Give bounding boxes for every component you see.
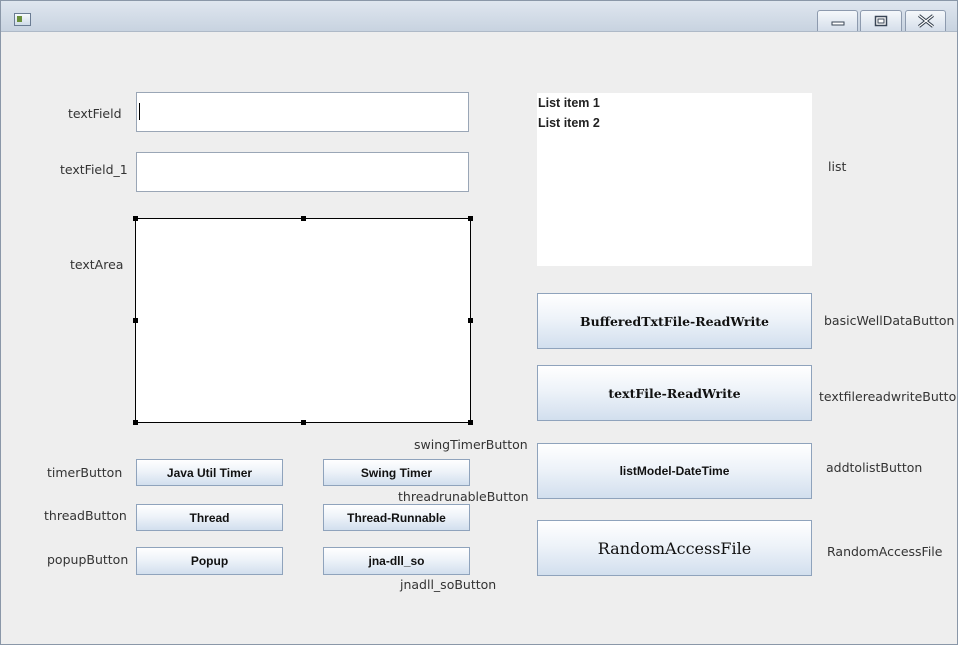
textarea-label: textArea bbox=[70, 257, 124, 272]
text-cursor bbox=[139, 103, 140, 120]
maximize-icon bbox=[874, 15, 888, 27]
text-file-readwrite-button-label: textfilereadwriteButton bbox=[819, 389, 958, 404]
list-model-datetime-button[interactable]: listModel-DateTime bbox=[537, 443, 812, 499]
title-bar[interactable] bbox=[1, 1, 957, 32]
buffered-txt-file-readwrite-button[interactable]: BufferedTxtFile-ReadWrite bbox=[537, 293, 812, 349]
minimize-button[interactable] bbox=[817, 10, 858, 31]
resize-handle-e[interactable] bbox=[468, 318, 473, 323]
popup-button-label: popupButton bbox=[47, 552, 129, 567]
text-file-readwrite-button[interactable]: textFile-ReadWrite bbox=[537, 365, 812, 421]
maximize-button[interactable] bbox=[860, 10, 902, 31]
application-window: textField textField_1 textArea timerButt… bbox=[0, 0, 958, 645]
text-field-1[interactable] bbox=[136, 152, 469, 192]
textfield-label: textField bbox=[68, 106, 122, 121]
list-label: list bbox=[828, 159, 847, 174]
add-to-list-button-label: addtolistButton bbox=[826, 460, 923, 475]
content-panel: textField textField_1 textArea timerButt… bbox=[1, 32, 957, 644]
list-box[interactable]: List item 1 List item 2 bbox=[537, 93, 812, 266]
close-button[interactable] bbox=[905, 10, 946, 31]
resize-handle-w[interactable] bbox=[133, 318, 138, 323]
list-item[interactable]: List item 2 bbox=[537, 113, 812, 133]
thread-button-label: threadButton bbox=[44, 508, 127, 523]
text-area[interactable] bbox=[133, 216, 473, 425]
thread-runnable-button[interactable]: Thread-Runnable bbox=[323, 504, 470, 531]
thread-button[interactable]: Thread bbox=[136, 504, 283, 531]
basic-well-data-button-label: basicWellDataButton bbox=[824, 313, 955, 328]
timer-button-label: timerButton bbox=[47, 465, 123, 480]
swing-timer-button[interactable]: Swing Timer bbox=[323, 459, 470, 486]
resize-handle-se[interactable] bbox=[468, 420, 473, 425]
swing-timer-button-label: swingTimerButton bbox=[414, 437, 528, 452]
java-util-timer-button[interactable]: Java Util Timer bbox=[136, 459, 283, 486]
text-field[interactable] bbox=[136, 92, 469, 132]
jna-dll-so-button[interactable]: jna-dll_so bbox=[323, 547, 470, 575]
java-app-icon bbox=[14, 13, 31, 26]
random-access-file-label: RandomAccessFile bbox=[827, 544, 943, 559]
thread-runnable-button-label: threadrunableButton bbox=[398, 489, 529, 504]
popup-button[interactable]: Popup bbox=[136, 547, 283, 575]
resize-handle-nw[interactable] bbox=[133, 216, 138, 221]
textfield-1-label: textField_1 bbox=[60, 162, 128, 177]
resize-handle-n[interactable] bbox=[301, 216, 306, 221]
minimize-icon bbox=[831, 21, 844, 26]
close-icon bbox=[917, 14, 934, 28]
jna-dll-so-button-label: jnadll_soButton bbox=[400, 577, 497, 592]
resize-handle-ne[interactable] bbox=[468, 216, 473, 221]
random-access-file-button[interactable]: RandomAccessFile bbox=[537, 520, 812, 576]
list-item[interactable]: List item 1 bbox=[537, 93, 812, 113]
resize-handle-s[interactable] bbox=[301, 420, 306, 425]
resize-handle-sw[interactable] bbox=[133, 420, 138, 425]
